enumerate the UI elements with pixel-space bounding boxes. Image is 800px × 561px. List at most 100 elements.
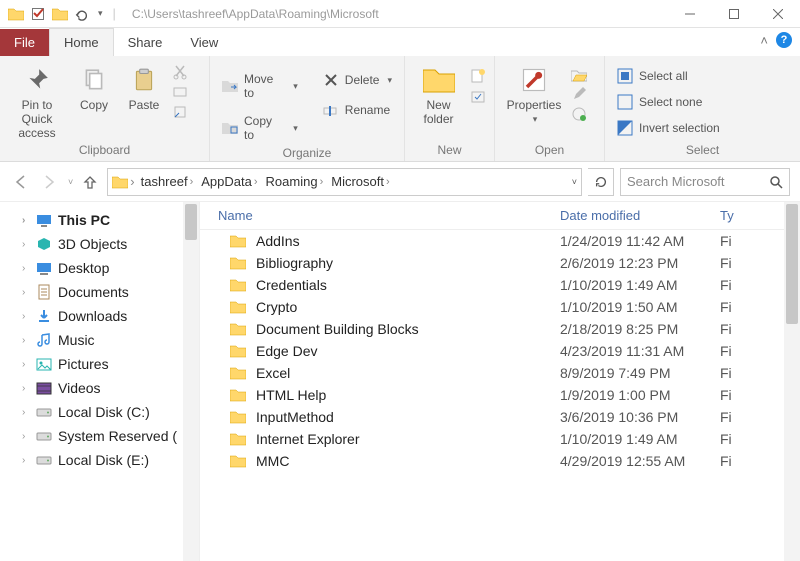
tab-share[interactable]: Share [114, 29, 177, 56]
list-item[interactable]: Document Building Blocks 2/18/2019 8:25 P… [200, 318, 800, 340]
list-scrollbar[interactable] [784, 202, 800, 561]
rename-icon [323, 102, 339, 118]
tree-item[interactable]: ›Videos [0, 376, 199, 400]
tree-item[interactable]: ›Downloads [0, 304, 199, 328]
tree-item[interactable]: ›Local Disk (E:) [0, 448, 199, 472]
history-dropdown-icon[interactable]: ˅ [68, 177, 73, 187]
list-item[interactable]: AddIns1/24/2019 11:42 AMFi [200, 230, 800, 252]
new-item-icon[interactable] [470, 68, 486, 84]
list-item[interactable]: Excel8/9/2019 7:49 PMFi [200, 362, 800, 384]
tree-item[interactable]: ›Desktop [0, 256, 199, 280]
file-type: Fi [720, 233, 760, 249]
folder-icon [230, 366, 246, 380]
file-type: Fi [720, 321, 760, 337]
file-type: Fi [720, 431, 760, 447]
list-item[interactable]: InputMethod3/6/2019 10:36 PMFi [200, 406, 800, 428]
qat-dropdown-icon[interactable]: ▾ [98, 8, 103, 19]
tab-view[interactable]: View [176, 29, 232, 56]
breadcrumb-segment[interactable]: Roaming› [262, 174, 328, 189]
window-controls [668, 0, 800, 28]
edit-icon[interactable] [571, 86, 587, 102]
paste-button[interactable]: Paste [122, 60, 166, 112]
undo-icon[interactable] [74, 6, 90, 22]
collapse-ribbon-icon[interactable]: ˄ [760, 33, 768, 48]
column-name[interactable]: Name [200, 208, 560, 223]
file-name: HTML Help [256, 387, 326, 403]
properties-button[interactable]: Properties ▾ [503, 60, 565, 125]
up-button[interactable] [79, 171, 101, 193]
file-name: Bibliography [256, 255, 333, 271]
refresh-button[interactable] [588, 168, 614, 196]
search-placeholder: Search Microsoft [627, 174, 725, 189]
column-headers[interactable]: Name Date modified Ty [200, 202, 800, 230]
breadcrumb-segment[interactable]: Microsoft› [327, 174, 393, 189]
address-dropdown-icon[interactable]: ˅ [572, 177, 577, 187]
breadcrumb-segment[interactable]: tashreef› [137, 174, 198, 189]
forward-button[interactable] [38, 171, 60, 193]
file-date: 2/18/2019 8:25 PM [560, 321, 720, 337]
list-item[interactable]: Edge Dev4/23/2019 11:31 AMFi [200, 340, 800, 362]
paste-shortcut-icon[interactable] [172, 104, 188, 120]
tree-item-label: Downloads [58, 308, 127, 324]
list-item[interactable]: Credentials1/10/2019 1:49 AMFi [200, 274, 800, 296]
minimize-button[interactable] [668, 0, 712, 28]
tree-item[interactable]: ›Local Disk (C:) [0, 400, 199, 424]
pin-to-quick-access-button[interactable]: Pin to Quick access [8, 60, 66, 140]
list-item[interactable]: MMC4/29/2019 12:55 AMFi [200, 450, 800, 472]
folder-icon [8, 6, 24, 22]
copy-button[interactable]: Copy [72, 60, 116, 112]
column-type[interactable]: Ty [720, 208, 760, 223]
list-item[interactable]: Bibliography2/6/2019 12:23 PMFi [200, 252, 800, 274]
new-folder-icon [423, 64, 455, 96]
file-name: Document Building Blocks [256, 321, 419, 337]
tab-home[interactable]: Home [49, 28, 114, 56]
delete-button[interactable]: Delete▾ [319, 70, 396, 90]
group-select-label: Select [613, 141, 792, 159]
address-bar[interactable]: › tashreef›AppData›Roaming›Microsoft› ˅ [107, 168, 582, 196]
folder-icon [230, 300, 246, 314]
open-icon[interactable] [571, 68, 587, 82]
folder-icon [112, 175, 128, 189]
breadcrumb-segment[interactable]: AppData› [197, 174, 261, 189]
select-all-button[interactable]: Select all [613, 66, 724, 86]
rename-button[interactable]: Rename [319, 100, 396, 120]
tree-item-label: Music [58, 332, 95, 348]
tree-item[interactable]: ›Documents [0, 280, 199, 304]
folder-icon [230, 410, 246, 424]
tree-item-label: Videos [58, 380, 101, 396]
history-icon[interactable] [571, 106, 587, 122]
maximize-button[interactable] [712, 0, 756, 28]
file-date: 1/10/2019 1:49 AM [560, 431, 720, 447]
tab-file[interactable]: File [0, 29, 49, 56]
copy-to-button[interactable]: Copy to▾ [218, 112, 302, 144]
ribbon: Pin to Quick access Copy Paste Clipboard [0, 56, 800, 162]
nav-row: ˅ › tashreef›AppData›Roaming›Microsoft› … [0, 162, 800, 202]
file-name: Credentials [256, 277, 327, 293]
close-button[interactable] [756, 0, 800, 28]
copy-path-icon[interactable] [172, 84, 188, 100]
easy-access-icon[interactable] [470, 88, 486, 104]
list-item[interactable]: HTML Help1/9/2019 1:00 PMFi [200, 384, 800, 406]
qat-checkbox-icon[interactable] [30, 6, 46, 22]
move-to-icon [222, 78, 238, 94]
tree-item[interactable]: ›Pictures [0, 352, 199, 376]
tree-item[interactable]: ›System Reserved ( [0, 424, 199, 448]
list-item[interactable]: Internet Explorer1/10/2019 1:49 AMFi [200, 428, 800, 450]
tree-item[interactable]: ›This PC [0, 208, 199, 232]
list-item[interactable]: Crypto1/10/2019 1:50 AMFi [200, 296, 800, 318]
back-button[interactable] [10, 171, 32, 193]
music-icon [36, 332, 52, 348]
tree-scrollbar[interactable] [183, 202, 199, 561]
search-box[interactable]: Search Microsoft [620, 168, 790, 196]
tree-item[interactable]: ›3D Objects [0, 232, 199, 256]
new-folder-button[interactable]: New folder [413, 60, 464, 126]
tree-item[interactable]: ›Music [0, 328, 199, 352]
help-icon[interactable]: ? [776, 32, 792, 48]
select-none-button[interactable]: Select none [613, 92, 724, 112]
move-to-button[interactable]: Move to▾ [218, 70, 302, 102]
column-date[interactable]: Date modified [560, 208, 720, 223]
file-name: MMC [256, 453, 289, 469]
invert-selection-button[interactable]: Invert selection [613, 118, 724, 138]
tree-item-label: System Reserved ( [58, 428, 177, 444]
cut-icon[interactable] [172, 64, 188, 80]
